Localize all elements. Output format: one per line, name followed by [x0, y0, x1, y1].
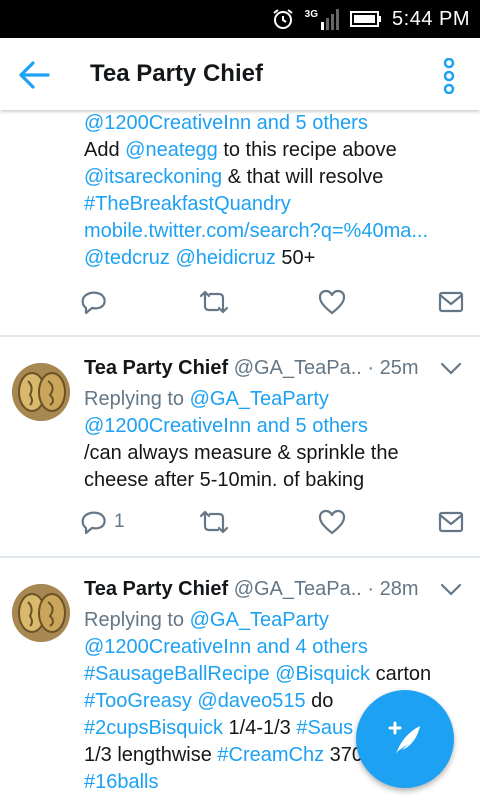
compose-feather-icon — [388, 721, 420, 754]
tweet-text: Replying to — [84, 609, 190, 631]
tweet-actions: 1 — [80, 507, 470, 537]
tweet-time: · 28m — [367, 578, 419, 600]
tweet-link[interactable]: #Saus — [296, 717, 353, 739]
coin-image — [12, 363, 70, 421]
tweet-link[interactable]: @1200CreativeInn and 5 others — [84, 415, 368, 437]
tweet-link[interactable]: @itsareckoning — [84, 166, 222, 188]
tweet-link[interactable]: #2cupsBisquick — [84, 717, 223, 739]
tweet-text-line: #TooGreasy @daveo515 do — [84, 688, 333, 714]
tweet-link[interactable]: #CreamChz — [217, 744, 324, 766]
tweet-header: Tea Party Chief @GA_TeaPa.. · 28m — [84, 576, 419, 602]
retweet-icon — [199, 510, 229, 534]
tweet-text-line: Replying to @GA_TeaParty — [84, 386, 329, 412]
author-handle: @GA_TeaPa.. — [233, 578, 362, 600]
tweet-header: Tea Party Chief @GA_TeaPa.. · 25m — [84, 355, 419, 381]
heart-icon — [318, 509, 346, 535]
tweet-link[interactable]: @1200CreativeInn and 5 others — [84, 112, 368, 134]
tweet-link[interactable]: @1200CreativeInn and 4 others — [84, 636, 368, 658]
retweet-button[interactable] — [198, 287, 230, 317]
tweet-text-line: Add @neategg to this recipe above — [84, 137, 397, 163]
tweet-text-line: #16balls — [84, 769, 159, 795]
reply-button[interactable]: 1 — [80, 507, 125, 537]
app-bar: Tea Party Chief — [0, 38, 480, 110]
tweet-divider — [0, 335, 480, 337]
tweet-text: to this recipe above — [217, 139, 397, 161]
tweet-text-line: @tedcruz @heidicruz 50+ — [84, 245, 315, 271]
more-vertical-icon[interactable] — [442, 58, 456, 94]
tweet-text-line: mobile.twitter.com/search?q=%40ma... — [84, 218, 428, 244]
reply-count: 1 — [114, 511, 125, 532]
tweet-text: 50+ — [275, 247, 316, 269]
retweet-button[interactable] — [198, 507, 230, 537]
reply-icon — [81, 511, 106, 535]
tweet-text-line: @1200CreativeInn and 5 others — [84, 110, 368, 136]
arrow-left-icon[interactable] — [18, 60, 50, 90]
clock: 5:44 PM — [392, 7, 470, 30]
tweet-time: · 25m — [367, 357, 419, 379]
like-button[interactable] — [318, 287, 346, 317]
tweet-text: /can always measure & sprinkle the — [84, 442, 399, 464]
reply-button[interactable] — [80, 287, 114, 317]
tweet-link[interactable]: @neategg — [125, 139, 218, 161]
tweet-text: do — [305, 690, 334, 712]
envelope-icon — [438, 291, 464, 313]
tweet-text-line: cheese after 5-10min. of baking — [84, 467, 364, 493]
tweet-text: Replying to — [84, 388, 190, 410]
tweet-link[interactable]: @GA_TeaParty — [190, 609, 329, 631]
author-name[interactable]: Tea Party Chief — [84, 578, 228, 600]
tweet-text-line: /can always measure & sprinkle the — [84, 440, 399, 466]
tweet-divider — [0, 556, 480, 558]
tweet-link[interactable]: #TheBreakfastQuandry — [84, 193, 291, 215]
compose-tweet-button[interactable] — [356, 690, 454, 788]
tweet-link[interactable]: #16balls — [84, 771, 159, 793]
avatar[interactable] — [12, 363, 70, 421]
tweet-text-line: #TheBreakfastQuandry — [84, 191, 291, 217]
network-type: 3G — [304, 8, 319, 20]
author-handle: @GA_TeaPa.. — [233, 357, 362, 379]
battery-icon — [350, 11, 382, 27]
chevron-down-icon[interactable] — [440, 362, 462, 376]
reply-icon — [81, 291, 106, 315]
like-button[interactable] — [318, 507, 346, 537]
tweet-text: & that will resolve — [222, 166, 384, 188]
tweet-text: carton — [370, 663, 432, 685]
tweet-text-line: @itsareckoning & that will resolve — [84, 164, 383, 190]
signal-icon — [321, 9, 340, 30]
tweet-text: 1/3 lengthwise — [84, 744, 218, 766]
tweet-text: Add — [84, 139, 126, 161]
direct-message-button[interactable] — [438, 507, 464, 537]
author-name[interactable]: Tea Party Chief — [84, 357, 228, 379]
tweet-link[interactable]: @daveo515 — [197, 690, 305, 712]
chevron-down-icon[interactable] — [440, 583, 462, 597]
tweet-text-line: 1/3 lengthwise #CreamChz 370 — [84, 742, 363, 768]
tweet-text: cheese after 5-10min. of baking — [84, 469, 365, 491]
tweet-link[interactable]: @Bisquick — [275, 663, 370, 685]
tweet-link[interactable]: #SausageBallRecipe — [84, 663, 270, 685]
tweet-actions — [80, 287, 470, 317]
tweet-link[interactable]: @tedcruz — [84, 247, 170, 269]
retweet-icon — [199, 290, 229, 314]
tweet-text: 1/4-1/3 — [222, 717, 297, 739]
tweet-link[interactable]: @heidicruz — [175, 247, 275, 269]
direct-message-button[interactable] — [438, 287, 464, 317]
envelope-icon — [438, 511, 464, 533]
tweet-text-line: @1200CreativeInn and 4 others — [84, 634, 368, 660]
coin-image — [12, 584, 70, 642]
tweet-text-line: Replying to @GA_TeaParty — [84, 607, 329, 633]
tweet-text-line: @1200CreativeInn and 5 others — [84, 413, 368, 439]
tweet-text-line: #SausageBallRecipe @Bisquick carton — [84, 661, 431, 687]
alarm-icon — [273, 9, 293, 29]
heart-icon — [318, 289, 346, 315]
status-bar: 3G 5:44 PM — [0, 0, 480, 38]
page-title: Tea Party Chief — [90, 60, 263, 87]
tweet-link[interactable]: @GA_TeaParty — [190, 388, 329, 410]
tweet-link[interactable]: mobile.twitter.com/search?q=%40ma... — [84, 220, 428, 242]
tweet-text-line: #2cupsBisquick 1/4-1/3 #Saus — [84, 715, 353, 741]
tweet-link[interactable]: #TooGreasy — [84, 690, 192, 712]
avatar[interactable] — [12, 584, 70, 642]
